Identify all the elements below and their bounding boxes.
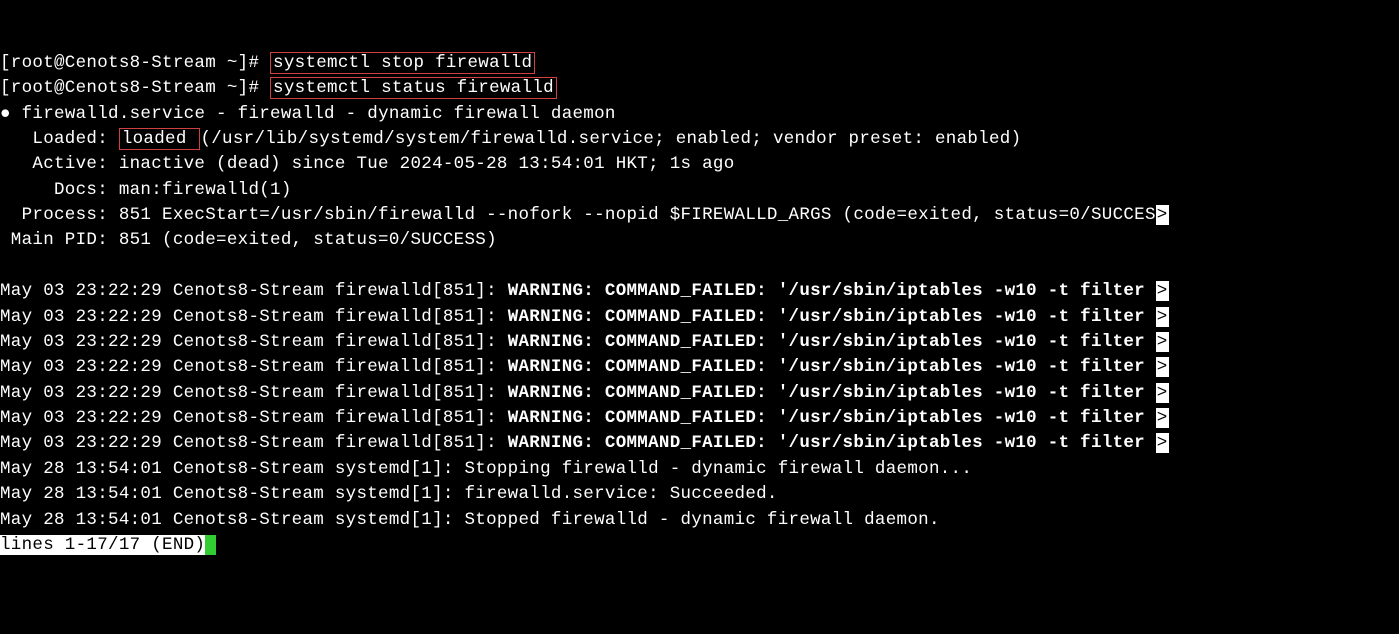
- loaded-rest: (/usr/lib/systemd/system/firewalld.servi…: [200, 129, 1021, 149]
- log-line: May 03 23:22:29 Cenots8-Stream firewalld…: [0, 307, 508, 327]
- overflow-right-icon: >: [1156, 332, 1169, 352]
- log-warn: WARNING: COMMAND_FAILED: '/usr/sbin/ipta…: [508, 281, 1156, 301]
- log-warn: WARNING: COMMAND_FAILED: '/usr/sbin/ipta…: [508, 383, 1156, 403]
- overflow-right-icon: >: [1156, 281, 1169, 301]
- prompt-1: [root@Cenots8-Stream ~]#: [0, 53, 270, 73]
- loaded-value: loaded: [119, 128, 201, 150]
- process-line: Process: 851 ExecStart=/usr/sbin/firewal…: [0, 205, 1156, 225]
- cmd-stop-firewalld: systemctl stop firewalld: [270, 52, 535, 74]
- cmd-status-firewalld: systemctl status firewalld: [270, 77, 557, 99]
- log-line: May 03 23:22:29 Cenots8-Stream firewalld…: [0, 281, 508, 301]
- prompt-2: [root@Cenots8-Stream ~]#: [0, 78, 270, 98]
- status-bullet-icon: ●: [0, 104, 11, 124]
- log-line: May 03 23:22:29 Cenots8-Stream firewalld…: [0, 433, 508, 453]
- log-warn: WARNING: COMMAND_FAILED: '/usr/sbin/ipta…: [508, 307, 1156, 327]
- overflow-right-icon: >: [1156, 205, 1169, 225]
- log-stop-1: May 28 13:54:01 Cenots8-Stream systemd[1…: [0, 459, 972, 479]
- terminal[interactable]: [root@Cenots8-Stream ~]# systemctl stop …: [0, 51, 1399, 559]
- log-warn: WARNING: COMMAND_FAILED: '/usr/sbin/ipta…: [508, 408, 1156, 428]
- cursor-icon: [205, 535, 216, 555]
- overflow-right-icon: >: [1156, 408, 1169, 428]
- overflow-right-icon: >: [1156, 357, 1169, 377]
- log-warn: WARNING: COMMAND_FAILED: '/usr/sbin/ipta…: [508, 433, 1156, 453]
- log-stop-2: May 28 13:54:01 Cenots8-Stream systemd[1…: [0, 484, 778, 504]
- log-line: May 03 23:22:29 Cenots8-Stream firewalld…: [0, 408, 508, 428]
- log-warn: WARNING: COMMAND_FAILED: '/usr/sbin/ipta…: [508, 332, 1156, 352]
- overflow-right-icon: >: [1156, 383, 1169, 403]
- log-stop-3: May 28 13:54:01 Cenots8-Stream systemd[1…: [0, 510, 940, 530]
- log-line: May 03 23:22:29 Cenots8-Stream firewalld…: [0, 332, 508, 352]
- active-line: Active: inactive (dead) since Tue 2024-0…: [0, 154, 735, 174]
- log-warn: WARNING: COMMAND_FAILED: '/usr/sbin/ipta…: [508, 357, 1156, 377]
- docs-line: Docs: man:firewalld(1): [0, 180, 292, 200]
- mainpid-line: Main PID: 851 (code=exited, status=0/SUC…: [0, 230, 497, 250]
- loaded-label: Loaded:: [0, 129, 119, 149]
- log-line: May 03 23:22:29 Cenots8-Stream firewalld…: [0, 383, 508, 403]
- pager-status: lines 1-17/17 (END): [0, 535, 205, 555]
- service-header: firewalld.service - firewalld - dynamic …: [11, 104, 616, 124]
- overflow-right-icon: >: [1156, 433, 1169, 453]
- overflow-right-icon: >: [1156, 307, 1169, 327]
- log-line: May 03 23:22:29 Cenots8-Stream firewalld…: [0, 357, 508, 377]
